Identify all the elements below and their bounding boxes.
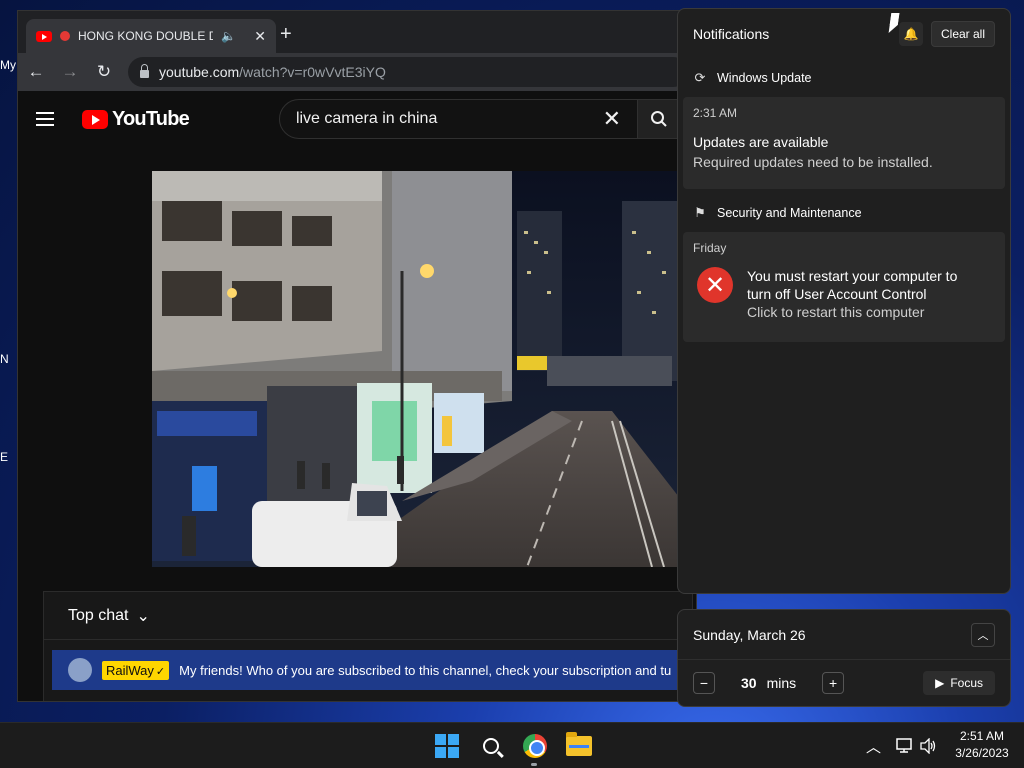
back-arrow-icon[interactable]: ← (26, 62, 46, 82)
video-frame-street-scene (152, 171, 682, 567)
app-name: Windows Update (717, 71, 812, 85)
taskbar-chrome[interactable] (521, 732, 549, 760)
do-not-disturb-icon[interactable]: 🔔 (898, 22, 923, 46)
notification-group-header[interactable]: ⟳ Windows Update (678, 59, 1010, 97)
taskbar-search-button[interactable] (477, 732, 505, 760)
lock-icon[interactable] (140, 63, 149, 78)
calendar-panel: Sunday, March 26 ︿ − 30 mins + ▶ Focus (677, 609, 1011, 707)
clock-date: 3/26/2023 (955, 746, 1009, 760)
search-input[interactable]: live camera in china ✕ (278, 99, 639, 139)
channel-badge: RailWay ✓ (102, 660, 170, 680)
focus-label: Focus (950, 676, 983, 690)
tab-strip: HONG KONG DOUBLE DECKER 🔈 ✕ + (18, 11, 696, 53)
network-icon[interactable] (896, 723, 914, 768)
youtube-logo-text: YouTube (111, 107, 190, 130)
notification-link-text: Click to restart this computer (747, 304, 925, 320)
error-x-icon: ✕ (697, 267, 733, 303)
video-player[interactable] (152, 171, 682, 567)
pinned-chat-message[interactable]: RailWay ✓ My friends! Who of you are subs… (52, 650, 692, 690)
browser-toolbar: ← → ↻ youtube.com/watch?v=r0wVvtE3iYQ (18, 53, 696, 91)
new-tab-button[interactable]: + (280, 23, 292, 46)
notification-body: Required updates need to be installed. (693, 154, 933, 170)
chrome-icon (523, 734, 547, 758)
calendar-header: Sunday, March 26 ︿ (678, 610, 1010, 660)
avatar[interactable] (68, 658, 92, 682)
chevron-up-icon[interactable]: ︿ (971, 622, 995, 647)
search-icon (651, 111, 667, 127)
notification-time: Friday (693, 241, 727, 255)
search-icon (483, 738, 499, 754)
windows-logo-icon (435, 734, 459, 758)
verified-check-icon: ✓ (155, 665, 166, 678)
notification-header: Notifications 🔔 Clear all (678, 9, 1010, 59)
notification-card[interactable]: 2:31 AM Updates are available Required u… (683, 97, 1005, 189)
notification-time: 2:31 AM (693, 106, 738, 120)
search-button[interactable] (638, 99, 678, 139)
chat-message-text: My friends! Who of you are subscribed to… (179, 662, 672, 678)
calendar-date: Sunday, March 26 (693, 626, 806, 643)
folder-icon (566, 732, 592, 756)
notification-card[interactable]: Friday ✕ You must restart your computer … (683, 232, 1005, 342)
taskbar: ︿ 2:51 AM 3/26/2023 (0, 722, 1024, 768)
taskbar-file-explorer[interactable] (565, 732, 593, 760)
play-icon: ▶ (935, 676, 945, 690)
notification-title: Notifications (693, 26, 770, 42)
youtube-favicon-icon (36, 30, 52, 42)
refresh-icon: ⟳ (694, 70, 706, 85)
volume-icon[interactable] (920, 723, 938, 768)
tab-title: HONG KONG DOUBLE DECKER (78, 29, 213, 43)
forward-arrow-icon[interactable]: → (60, 62, 80, 82)
focus-button[interactable]: ▶ Focus (923, 671, 995, 695)
badge-label: RailWay (106, 662, 154, 678)
notification-line: turn off User Account Control (747, 286, 927, 302)
reload-icon[interactable]: ↻ (94, 62, 114, 82)
focus-minutes-unit: mins (766, 675, 797, 691)
flag-icon: ⚑ (694, 205, 706, 220)
url-path: /watch?v=r0wVvtE3iYQ (239, 64, 386, 80)
youtube-logo[interactable]: YouTube (81, 107, 190, 131)
address-bar[interactable]: youtube.com/watch?v=r0wVvtE3iYQ (128, 57, 688, 87)
chevron-down-icon: ⌄ (136, 607, 150, 625)
browser-window: HONG KONG DOUBLE DECKER 🔈 ✕ + ← → ↻ yout… (17, 10, 697, 702)
youtube-header: YouTube live camera in china ✕ (18, 91, 696, 147)
chat-mode-dropdown[interactable]: Top chat ⌄ (44, 592, 692, 640)
network-monitor-icon (896, 738, 912, 753)
notification-center: Notifications 🔔 Clear all ⟳ Windows Upda… (677, 8, 1011, 594)
app-name: Security and Maintenance (717, 206, 862, 220)
search-query: live camera in china (295, 110, 438, 127)
notification-message: You must restart your computer to turn o… (747, 267, 957, 321)
notification-content: ✕ You must restart your computer to turn… (693, 267, 995, 321)
chevron-up-icon: ︿ (866, 738, 882, 756)
show-hidden-icons-button[interactable]: ︿ (866, 723, 881, 768)
notification-line: You must restart your computer to (747, 268, 958, 284)
tab-youtube-video[interactable]: HONG KONG DOUBLE DECKER 🔈 ✕ (26, 19, 276, 53)
live-chat-panel: Top chat ⌄ RailWay ✓ My friends! Who of y… (43, 591, 693, 701)
youtube-play-logo-icon (81, 109, 108, 129)
focus-minutes-value: 30 (741, 675, 757, 691)
speaker-icon[interactable]: 🔈 (221, 29, 236, 43)
chat-mode-label: Top chat (68, 606, 129, 624)
decrease-minutes-button[interactable]: − (693, 672, 715, 694)
clear-all-button[interactable]: Clear all (930, 21, 995, 47)
tab-close-button[interactable]: ✕ (254, 28, 266, 45)
notification-group-header[interactable]: ⚑ Security and Maintenance (678, 194, 1010, 232)
start-button[interactable] (433, 732, 461, 760)
menu-icon[interactable] (36, 112, 54, 126)
recording-indicator-icon (60, 31, 70, 41)
focus-session-controls: − 30 mins + ▶ Focus (678, 660, 1010, 706)
clock-time: 2:51 AM (959, 729, 1005, 743)
url-host: youtube.com (159, 64, 240, 80)
active-app-indicator (531, 763, 537, 766)
clear-search-icon[interactable]: ✕ (603, 106, 621, 132)
increase-minutes-button[interactable]: + (822, 672, 845, 694)
notification-title-text: Updates are available (693, 134, 829, 150)
speaker-icon (920, 738, 936, 754)
system-clock[interactable]: 2:51 AM 3/26/2023 (947, 728, 1017, 762)
